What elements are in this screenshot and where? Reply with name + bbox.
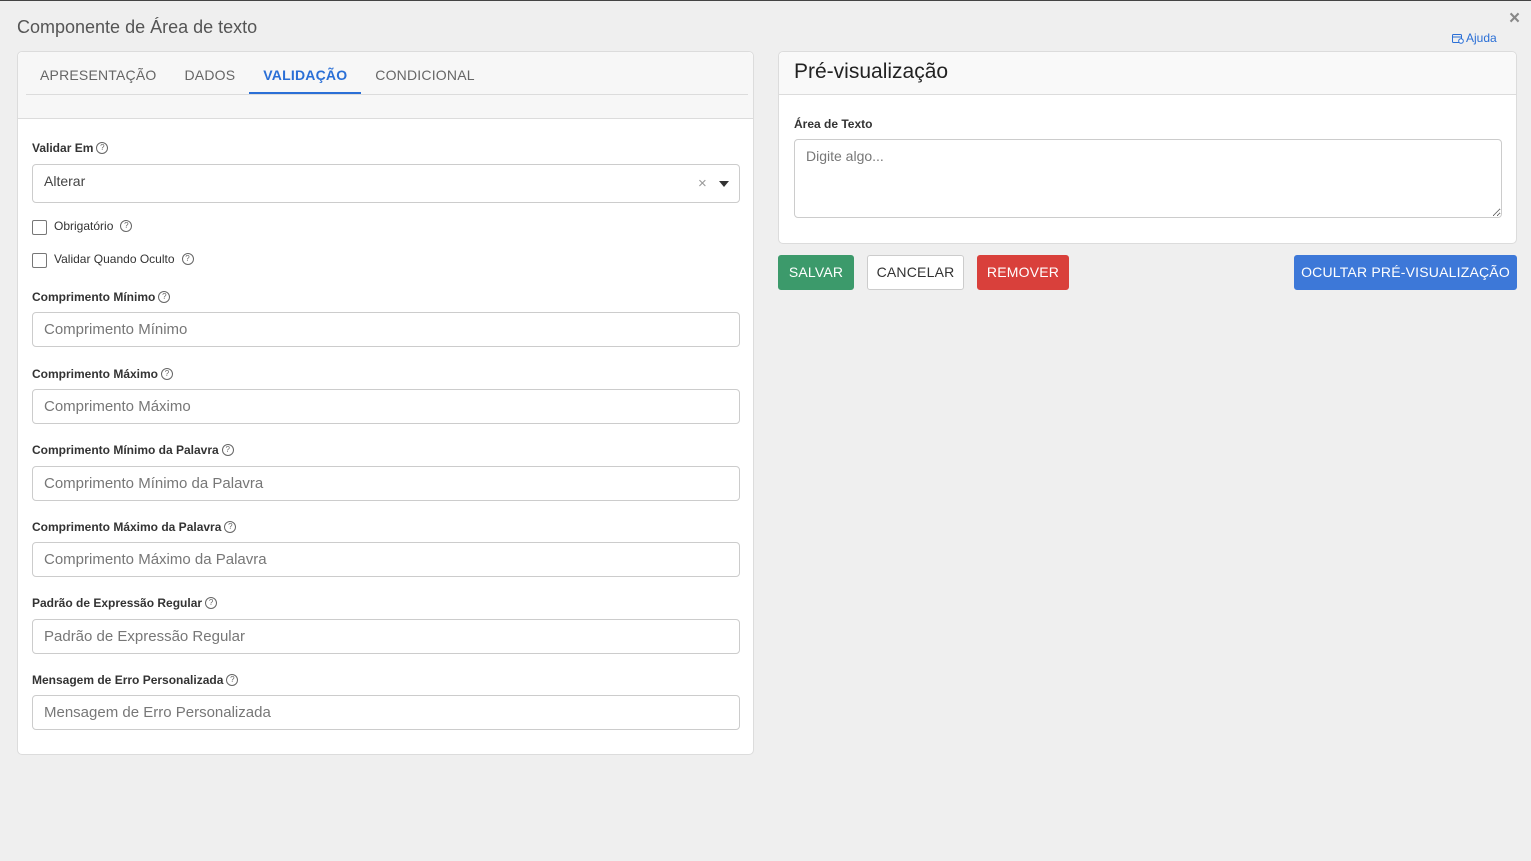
validate-on-label-text: Validar Em xyxy=(32,141,94,155)
required-checkbox[interactable] xyxy=(32,220,47,235)
hide-preview-button[interactable]: OCULTAR PRÉ-VISUALIZAÇÃO xyxy=(1294,255,1517,290)
validate-on-value: Alterar xyxy=(44,173,86,189)
question-circle-icon[interactable]: ? xyxy=(205,597,218,609)
validate-when-hidden-checkbox[interactable] xyxy=(32,253,47,268)
question-circle-icon[interactable]: ? xyxy=(226,674,239,686)
tab-validation[interactable]: VALIDAÇÃO xyxy=(249,52,362,94)
preview-panel: Pré-visualização Área de Texto xyxy=(778,51,1517,244)
tab-data[interactable]: DADOS xyxy=(171,52,250,94)
help-link[interactable]: Ajuda xyxy=(1452,31,1497,45)
preview-field-label: Área de Texto xyxy=(794,117,873,131)
preview-textarea[interactable] xyxy=(794,139,1502,218)
min-words-input[interactable] xyxy=(32,466,740,501)
max-length-input[interactable] xyxy=(32,389,740,424)
window-top-border xyxy=(0,0,1531,1)
tab-conditional[interactable]: CONDICIONAL xyxy=(361,52,488,94)
max-length-label-text: Comprimento Máximo xyxy=(32,367,159,381)
required-label: Obrigatório xyxy=(54,218,114,233)
regex-pattern-label: Padrão de Expressão Regular ? xyxy=(32,596,218,610)
close-icon[interactable]: × xyxy=(1509,9,1520,28)
cancel-button[interactable]: CANCELAR xyxy=(867,255,964,290)
required-row: Obrigatório ? xyxy=(32,216,133,235)
tab-presentation[interactable]: APRESENTAÇÃO xyxy=(26,52,171,94)
validate-when-hidden-row: Validar Quando Oculto ? xyxy=(32,249,194,268)
min-words-label-text: Comprimento Mínimo da Palavra xyxy=(32,443,219,457)
validate-on-select[interactable]: Alterar × xyxy=(32,164,740,203)
question-circle-icon[interactable]: ? xyxy=(161,368,174,380)
settings-panel: APRESENTAÇÃO DADOS VALIDAÇÃO CONDICIONAL… xyxy=(17,51,754,755)
question-circle-icon[interactable]: ? xyxy=(120,219,133,232)
regex-pattern-input[interactable] xyxy=(32,619,740,654)
max-words-input[interactable] xyxy=(32,542,740,577)
min-length-label-text: Comprimento Mínimo xyxy=(32,290,156,304)
save-button[interactable]: SALVAR xyxy=(778,255,854,290)
caret-down-icon[interactable] xyxy=(719,181,729,187)
question-circle-icon[interactable]: ? xyxy=(221,444,234,456)
question-circle-icon[interactable]: ? xyxy=(181,252,194,265)
remove-button[interactable]: REMOVER xyxy=(977,255,1069,290)
preview-header: Pré-visualização xyxy=(779,52,1516,95)
min-length-label: Comprimento Mínimo ? xyxy=(32,290,171,304)
question-circle-icon[interactable]: ? xyxy=(224,521,237,533)
custom-error-input[interactable] xyxy=(32,695,740,730)
question-circle-icon[interactable]: ? xyxy=(158,291,171,303)
tab-bar: APRESENTAÇÃO DADOS VALIDAÇÃO CONDICIONAL xyxy=(26,52,748,95)
regex-pattern-label-text: Padrão de Expressão Regular xyxy=(32,596,203,610)
custom-error-label-text: Mensagem de Erro Personalizada xyxy=(32,673,224,687)
min-words-label: Comprimento Mínimo da Palavra ? xyxy=(32,443,234,457)
custom-error-label: Mensagem de Erro Personalizada ? xyxy=(32,673,239,687)
dialog-title: Componente de Área de texto xyxy=(17,17,258,37)
max-words-label: Comprimento Máximo da Palavra ? xyxy=(32,520,237,534)
clear-icon[interactable]: × xyxy=(698,175,707,192)
validate-when-hidden-label: Validar Quando Oculto xyxy=(54,251,175,266)
min-length-input[interactable] xyxy=(32,312,740,347)
max-length-label: Comprimento Máximo ? xyxy=(32,367,174,381)
validate-on-label: Validar Em ? xyxy=(32,141,109,155)
tabs-header: APRESENTAÇÃO DADOS VALIDAÇÃO CONDICIONAL xyxy=(18,52,753,119)
max-words-label-text: Comprimento Máximo da Palavra xyxy=(32,520,222,534)
preview-title: Pré-visualização xyxy=(794,60,949,83)
help-link-label: Ajuda xyxy=(1466,31,1497,45)
help-book-icon xyxy=(1452,33,1464,44)
question-circle-icon[interactable]: ? xyxy=(96,142,109,154)
